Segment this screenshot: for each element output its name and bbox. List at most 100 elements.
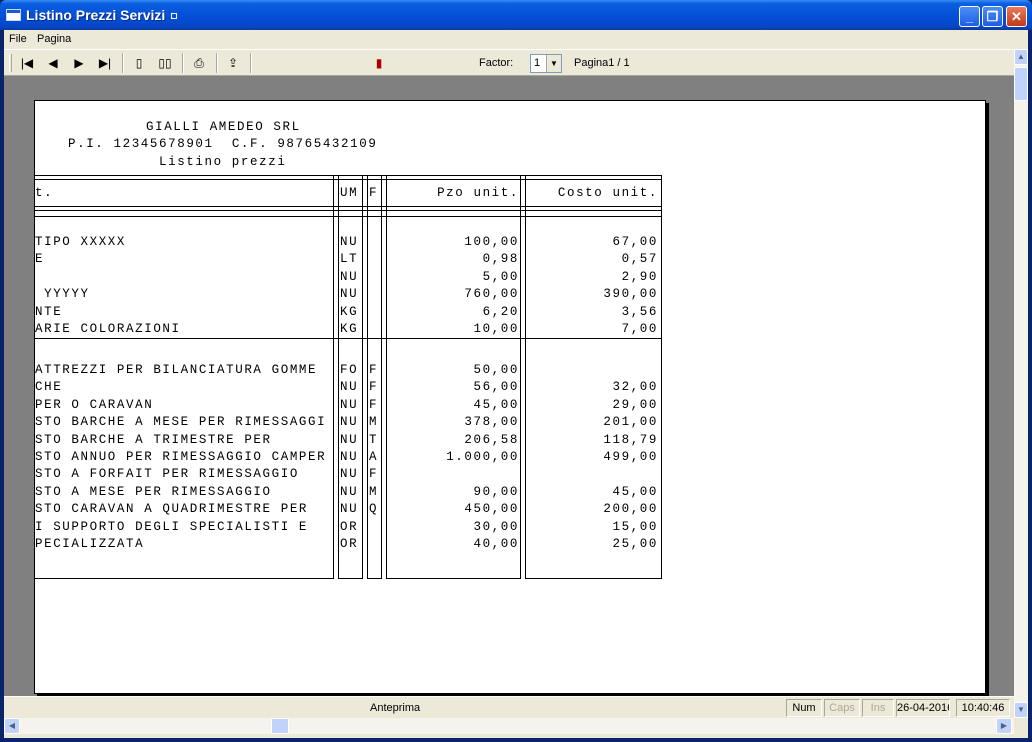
col-header-price: Pzo unit.	[437, 186, 519, 200]
cell-desc: YYYYY	[35, 287, 90, 302]
table-col-line	[338, 175, 339, 579]
cell-um: NU	[340, 397, 359, 412]
col-header-um: UM	[340, 186, 359, 200]
client-area: File Pagina |◀ ◀ ▶ ▶| ▯ ▯▯ ⎙ ⇪ ▮ Factor:…	[4, 30, 1028, 738]
print-icon[interactable]: ⎙	[190, 54, 208, 72]
scroll-right-icon[interactable]: ▶	[996, 718, 1012, 734]
cell-um: NU	[340, 467, 359, 482]
scroll-up-icon[interactable]: ▲	[1014, 49, 1028, 65]
cell-price: 100,00	[464, 235, 519, 249]
menu-pagina[interactable]: Pagina	[37, 33, 71, 45]
table-rule	[35, 216, 661, 217]
cell-um: NU	[340, 450, 359, 464]
cell-cost: 0,57	[621, 252, 658, 267]
cell-desc	[35, 269, 331, 286]
toolbar-separator	[122, 53, 124, 73]
export-icon[interactable]: ⇪	[224, 54, 242, 72]
report-company: GIALLI AMEDEO SRL	[146, 120, 301, 134]
cell-price: 5,00	[482, 269, 519, 284]
page-indicator: Pagina1 / 1	[574, 57, 630, 69]
cell-um: NU	[340, 432, 359, 447]
cell-f	[369, 304, 381, 321]
cell-desc: E	[35, 252, 45, 267]
cell-desc: STO A MESE PER RIMESSAGGIO	[35, 484, 272, 499]
horizontal-scroll-thumb[interactable]	[271, 718, 289, 734]
factor-select[interactable]: 1 ▼	[530, 54, 562, 73]
report-title: Listino prezzi	[159, 155, 287, 169]
cell-desc: STO ANNUO PER RIMESSAGGIO CAMPER	[35, 450, 327, 464]
maximize-button[interactable]: ❐	[982, 6, 1003, 27]
next-page-icon[interactable]: ▶	[70, 54, 88, 72]
menu-bar: File Pagina	[4, 30, 1028, 49]
cell-f: T	[369, 432, 379, 447]
cell-f: M	[369, 415, 379, 430]
report-tax-ids: P.I. 12345678901 C.F. 98765432109	[68, 137, 378, 151]
cell-price: 378,00	[464, 415, 519, 430]
cell-cost: 499,00	[603, 450, 658, 464]
table-col-line	[520, 175, 521, 579]
cell-cost: 25,00	[612, 537, 658, 551]
cell-cost: 3,56	[621, 304, 658, 319]
two-pages-icon[interactable]: ▯▯	[156, 54, 174, 72]
print-preview-area[interactable]: GIALLI AMEDEO SRL P.I. 12345678901 C.F. …	[4, 76, 1014, 696]
cell-cost: 67,00	[612, 235, 658, 249]
vertical-scroll-thumb[interactable]	[1014, 67, 1028, 101]
cell-cost: 45,00	[612, 484, 658, 499]
table-rule	[386, 578, 520, 579]
table-col-line	[333, 175, 334, 579]
cell-f: A	[369, 450, 379, 464]
cell-price: 56,00	[473, 380, 519, 395]
horizontal-scrollbar[interactable]: ◀ ▶	[4, 718, 1014, 734]
cell-desc: PECIALIZZATA	[35, 537, 145, 551]
vertical-scrollbar[interactable]: ▲ ▼	[1014, 49, 1028, 718]
cell-um: FO	[340, 363, 359, 377]
cell-cost: 201,00	[603, 415, 658, 430]
menu-file[interactable]: File	[9, 33, 27, 45]
cell-f	[369, 321, 381, 338]
table-rule	[35, 578, 333, 579]
window-title: Listino Prezzi Servizi	[26, 7, 178, 23]
cell-f: Q	[369, 502, 379, 517]
status-time: 10:40:46	[956, 699, 1010, 717]
cell-price: 40,00	[473, 537, 519, 551]
toolbar-grip[interactable]	[9, 54, 12, 72]
cell-price	[387, 466, 519, 483]
title-bar[interactable]: Listino Prezzi Servizi _ ❐ ✕	[0, 0, 1032, 30]
cell-cost: 390,00	[603, 287, 658, 302]
cell-desc: STO BARCHE A MESE PER RIMESSAGGI	[35, 415, 327, 430]
cell-price: 450,00	[464, 502, 519, 517]
single-page-icon[interactable]: ▯	[130, 54, 148, 72]
table-col-line	[367, 175, 368, 579]
cell-um: NU	[340, 269, 359, 284]
cell-f	[369, 286, 381, 303]
last-page-icon[interactable]: ▶|	[96, 54, 114, 72]
cell-f: F	[369, 380, 379, 395]
factor-label: Factor:	[479, 57, 514, 69]
exit-icon[interactable]: ▮	[370, 54, 388, 72]
cell-um: NU	[340, 502, 359, 517]
app-window: Listino Prezzi Servizi _ ❐ ✕ File Pagina…	[0, 0, 1032, 742]
cell-desc: ARIE COLORAZIONI	[35, 322, 181, 336]
cell-desc: CHE	[35, 380, 63, 395]
scroll-down-icon[interactable]: ▼	[1014, 702, 1028, 718]
table-rule	[35, 210, 661, 211]
table-col-line	[661, 175, 662, 579]
cell-f: F	[369, 397, 379, 412]
minimize-button[interactable]: _	[959, 6, 980, 27]
toolbar-separator	[182, 53, 184, 73]
scroll-left-icon[interactable]: ◀	[4, 718, 20, 734]
cell-desc: PER O CARAVAN	[35, 397, 154, 412]
col-header-desc: t.	[35, 186, 54, 200]
chevron-down-icon[interactable]: ▼	[546, 55, 561, 72]
close-button[interactable]: ✕	[1006, 6, 1027, 27]
app-icon	[6, 9, 21, 21]
cell-desc: TIPO XXXXX	[35, 235, 127, 249]
cell-desc: NTE	[35, 304, 63, 319]
cell-f: M	[369, 484, 379, 499]
cell-um: LT	[340, 252, 359, 267]
table-rule	[35, 206, 661, 207]
prev-page-icon[interactable]: ◀	[44, 54, 62, 72]
cell-desc: I SUPPORTO DEGLI SPECIALISTI E	[35, 519, 309, 534]
first-page-icon[interactable]: |◀	[18, 54, 36, 72]
cell-cost: 2,90	[621, 269, 658, 284]
